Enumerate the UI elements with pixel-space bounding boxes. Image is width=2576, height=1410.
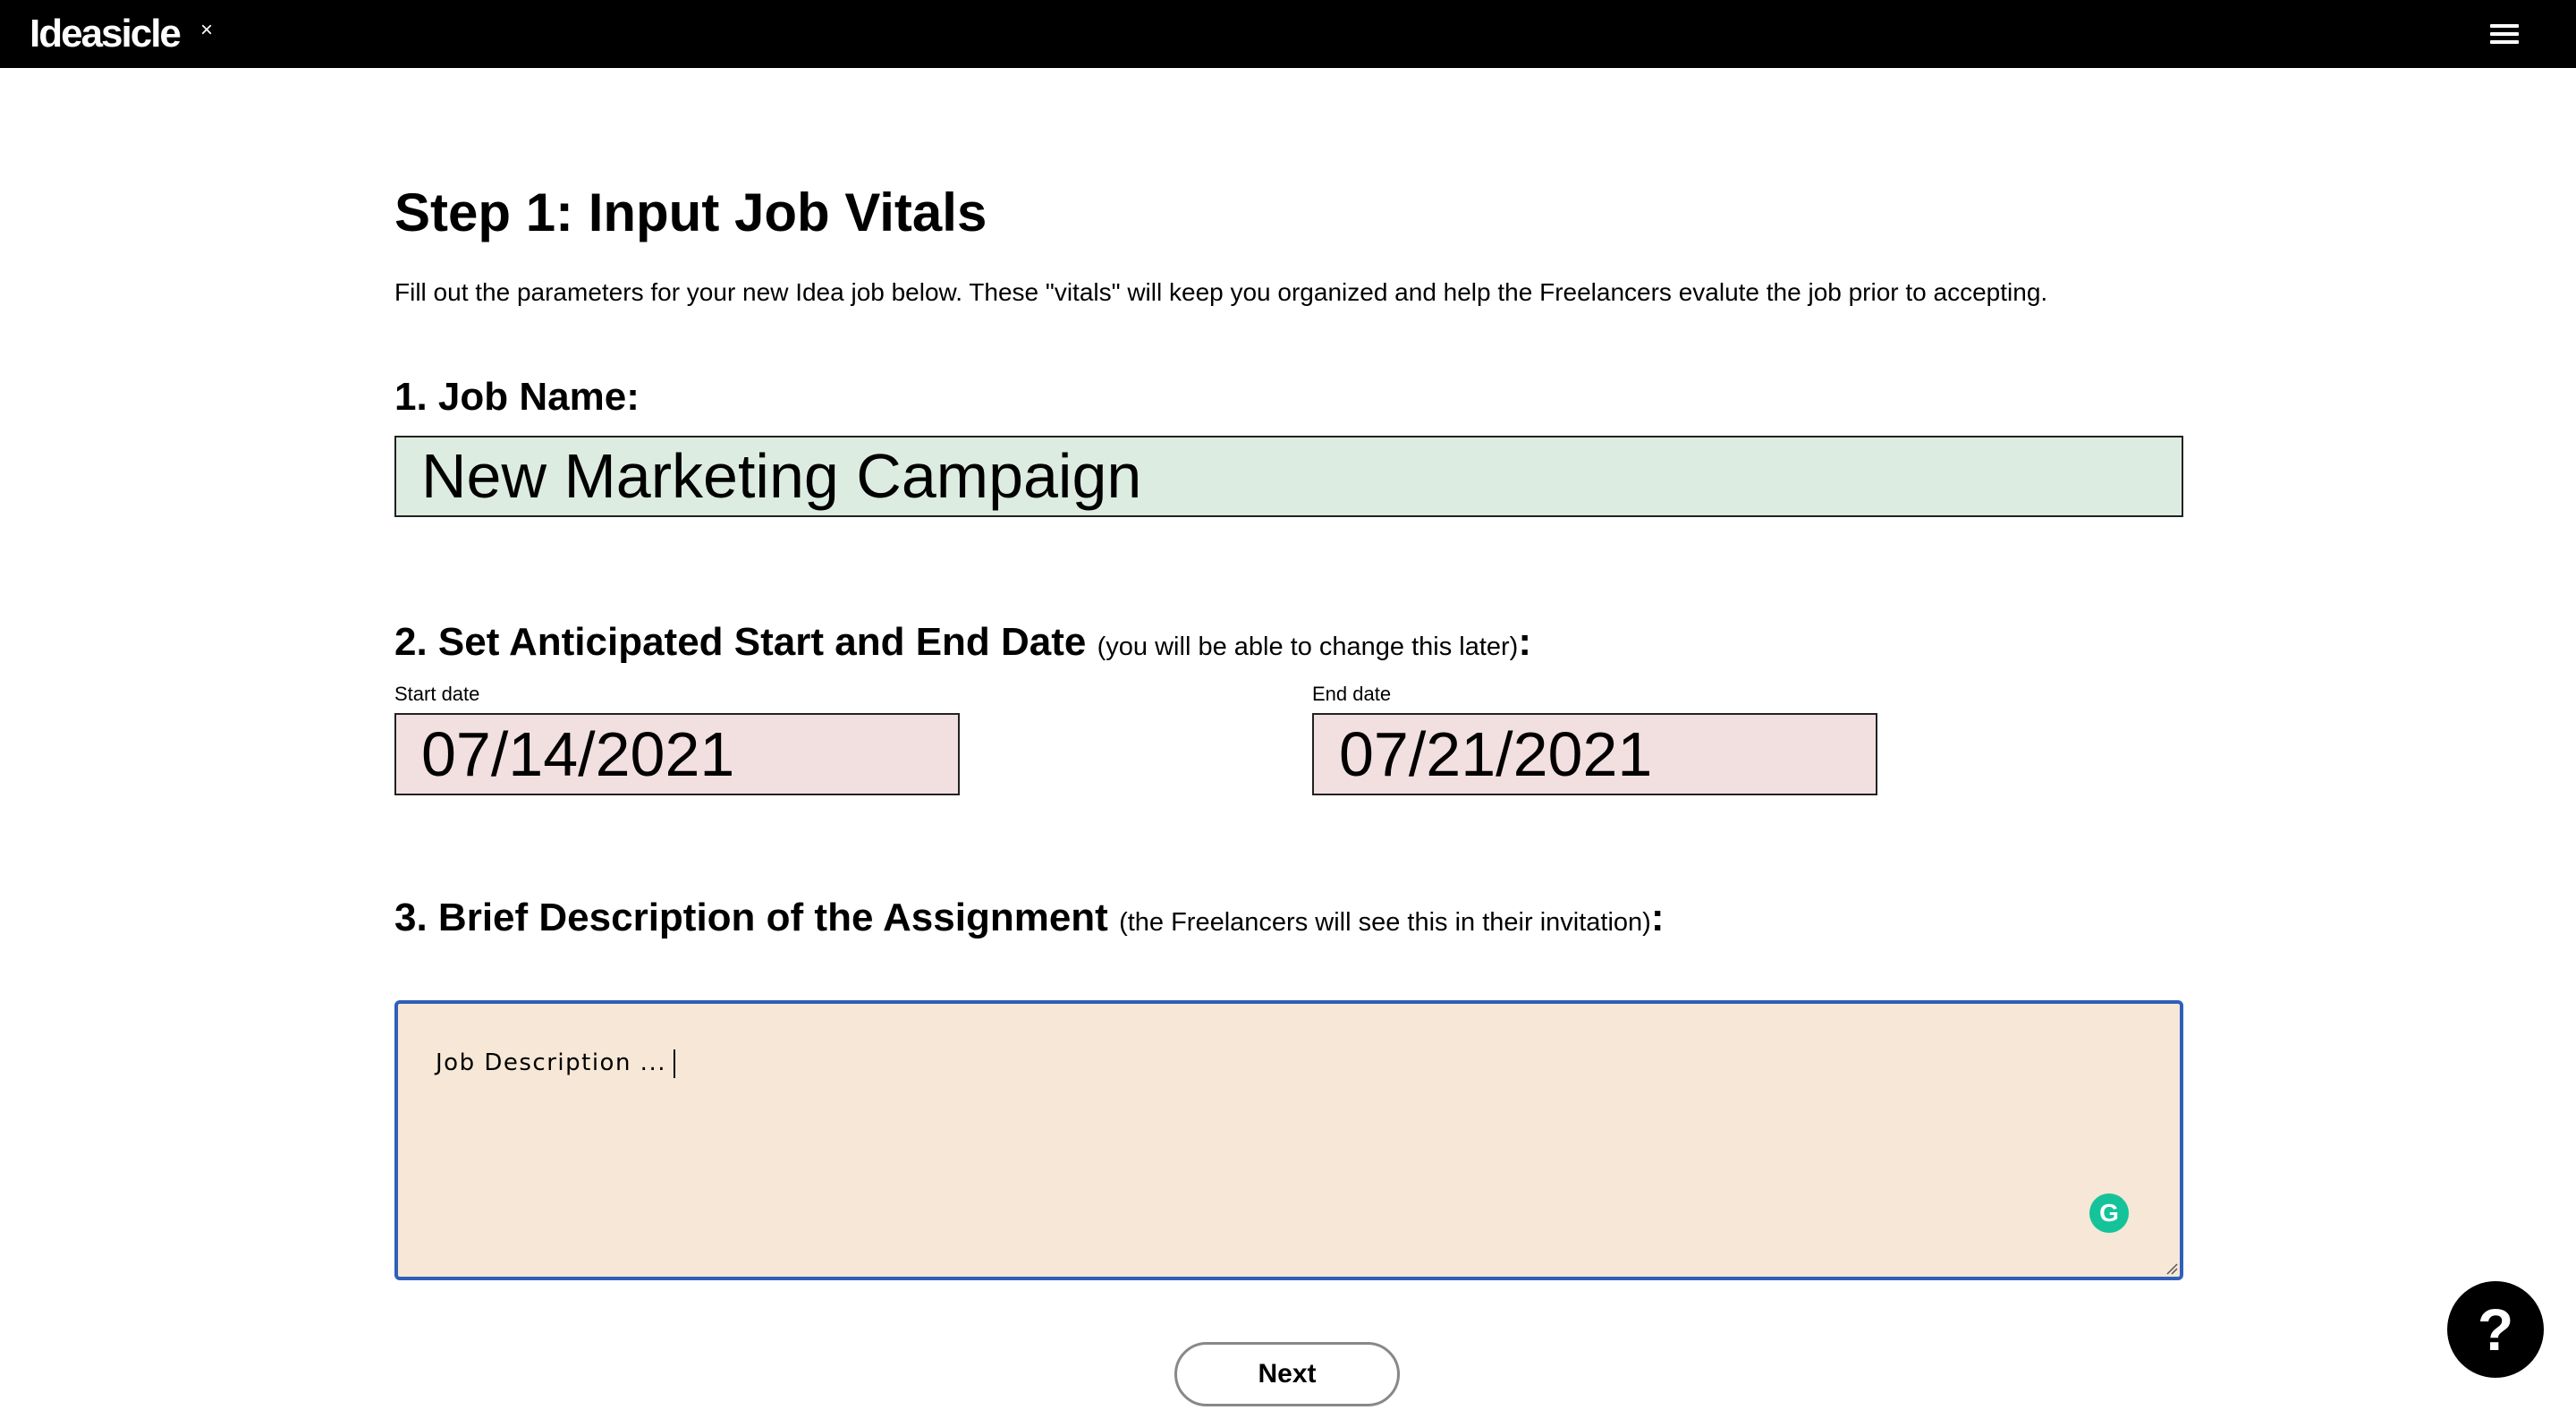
grammarly-icon[interactable]: G	[2089, 1193, 2129, 1233]
job-description-placeholder: Job Description ...	[436, 1049, 666, 1076]
dates-heading: 2. Set Anticipated Start and End Date (y…	[394, 616, 1531, 674]
hamburger-menu-icon[interactable]	[2490, 22, 2519, 46]
dates-heading-colon: :	[1518, 620, 1531, 664]
end-date-input[interactable]: 07/21/2021	[1312, 713, 1877, 795]
description-heading-colon: :	[1650, 896, 1665, 939]
brand-logo[interactable]: Ideasicle	[30, 9, 182, 59]
page-intro: Fill out the parameters for your new Ide…	[394, 278, 2048, 306]
description-heading: 3. Brief Description of the Assignment (…	[394, 891, 1664, 949]
close-icon[interactable]: ×	[200, 17, 213, 44]
next-button[interactable]: Next	[1174, 1342, 1400, 1406]
job-description-text: Job Description ...	[436, 1047, 675, 1079]
resize-handle-icon[interactable]	[2165, 1262, 2178, 1275]
start-date-label: Start date	[394, 683, 480, 705]
end-date-label: End date	[1312, 683, 1392, 705]
dates-heading-note: (you will be able to change this later)	[1097, 633, 1519, 661]
page-title: Step 1: Input Job Vitals	[394, 183, 987, 242]
text-cursor	[673, 1049, 675, 1078]
job-name-heading: 1. Job Name:	[394, 375, 640, 419]
description-heading-note: (the Freelancers will see this in their …	[1119, 908, 1651, 937]
help-question-icon[interactable]: ?	[2447, 1281, 2544, 1378]
top-bar: Ideasicle ×	[0, 0, 2576, 68]
start-date-input[interactable]: 07/14/2021	[394, 713, 960, 795]
dates-heading-text: 2. Set Anticipated Start and End Date	[394, 620, 1087, 664]
job-description-textarea[interactable]: Job Description ... G	[394, 1000, 2183, 1280]
job-name-input[interactable]: New Marketing Campaign	[394, 436, 2183, 517]
description-heading-text: 3. Brief Description of the Assignment	[394, 896, 1108, 939]
